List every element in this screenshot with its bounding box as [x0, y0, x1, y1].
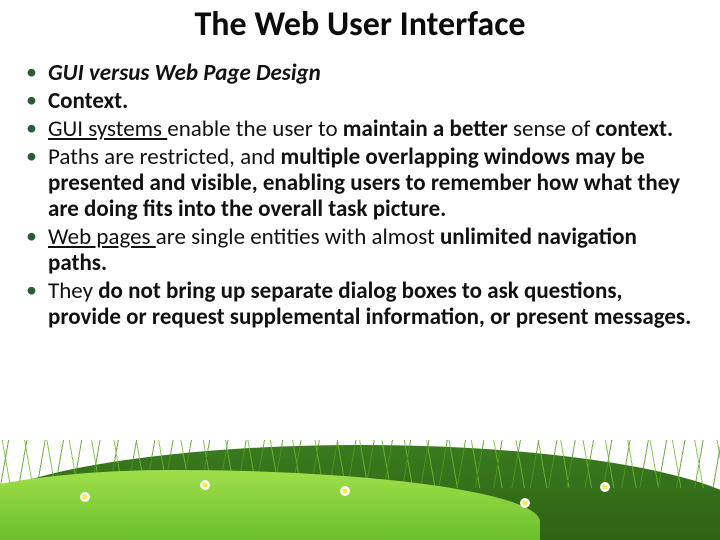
text-run: sense of: [513, 115, 596, 143]
text-run: do not bring up separate dialog boxes to…: [48, 277, 691, 331]
bullet-item: Paths are restricted, and multiple overl…: [22, 144, 698, 222]
bullet-item: GUI versus Web Page Design: [22, 60, 698, 86]
bullet-item: Web pages are single entities with almos…: [22, 224, 698, 276]
text-run: .: [101, 249, 107, 277]
text-run: maintain a better: [343, 115, 513, 143]
bullet-item: Context.: [22, 88, 698, 114]
bullet-item: GUI systems enable the user to maintain …: [22, 116, 698, 142]
text-run: enable the user to: [167, 115, 343, 143]
text-run: context.: [596, 115, 674, 143]
slide: The Web User Interface GUI versus Web Pa…: [0, 0, 720, 540]
text-run: Paths are restricted, and: [48, 143, 280, 171]
slide-body: GUI versus Web Page DesignContext.GUI sy…: [22, 60, 698, 332]
bullet-list: GUI versus Web Page DesignContext.GUI sy…: [22, 60, 698, 330]
text-run: Context.: [48, 87, 128, 115]
text-run: .: [440, 195, 446, 223]
text-run: They: [48, 277, 98, 305]
text-run: are single entities with almost: [156, 223, 440, 251]
grass-decoration: [0, 430, 720, 540]
slide-title: The Web User Interface: [0, 4, 720, 45]
text-run: Web pages: [48, 223, 156, 251]
text-run: GUI versus Web Page Design: [48, 59, 321, 87]
text-run: GUI systems: [48, 115, 167, 143]
bullet-item: They do not bring up separate dialog box…: [22, 278, 698, 330]
